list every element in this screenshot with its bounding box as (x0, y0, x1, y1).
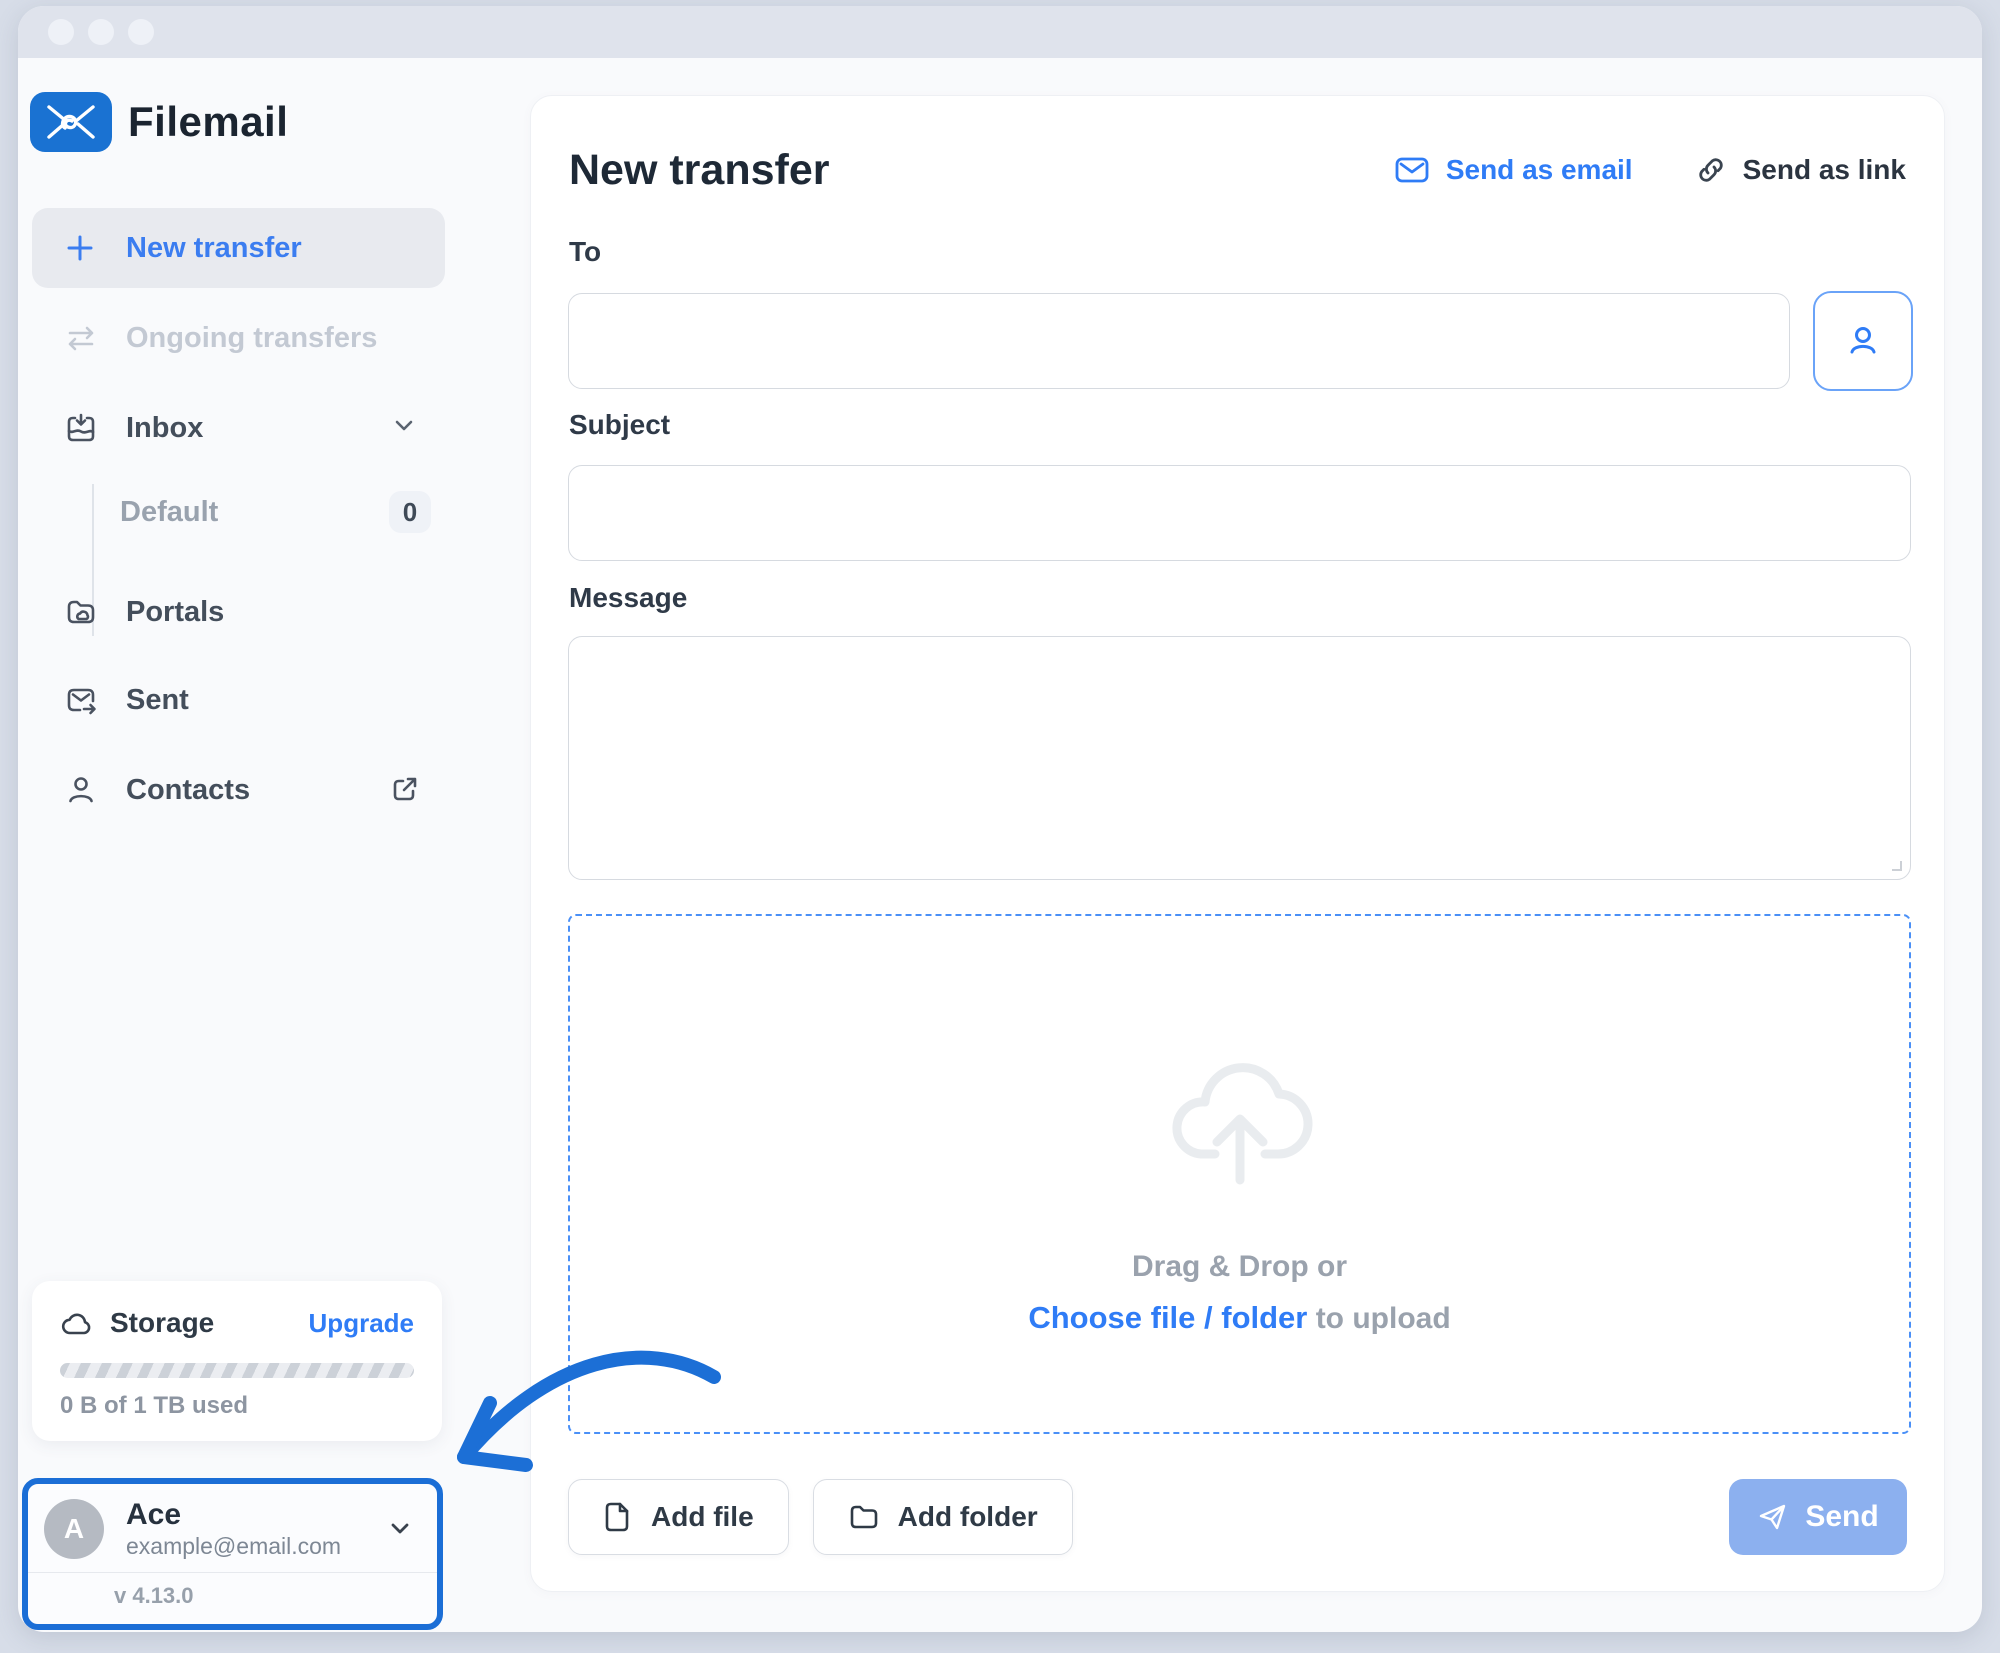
dropzone-suffix: to upload (1307, 1302, 1450, 1335)
page-title: New transfer (569, 146, 829, 195)
new-transfer-button[interactable]: New transfer (32, 208, 445, 288)
file-icon (603, 1501, 633, 1533)
dropzone-text: Drag & Drop or (1132, 1250, 1347, 1284)
upgrade-link[interactable]: Upgrade (309, 1308, 414, 1339)
sidebar-item-ongoing-transfers[interactable]: Ongoing transfers (32, 307, 445, 369)
folder-icon (848, 1502, 880, 1532)
transfers-icon (64, 321, 98, 355)
plus-icon (64, 232, 96, 264)
sidebar-item-label: Default (120, 496, 218, 529)
storage-title: Storage (110, 1307, 214, 1339)
account-card[interactable]: A Ace example@email.com v 4.13.0 (22, 1478, 443, 1630)
chevron-down-icon[interactable] (389, 411, 423, 445)
sidebar-item-label: Ongoing transfers (126, 322, 377, 355)
new-transfer-label: New transfer (126, 232, 302, 265)
storage-card: Storage Upgrade 0 B of 1 TB used (32, 1281, 442, 1441)
app-window: Filemail New transfer Ongoing transfers … (18, 6, 1982, 1632)
inbox-icon (64, 411, 98, 445)
choose-file-link[interactable]: Choose file / folder (1028, 1300, 1307, 1335)
external-link-icon[interactable] (389, 773, 423, 807)
dropzone-text-2: Choose file / folder to upload (1028, 1300, 1450, 1336)
to-input[interactable] (568, 293, 1790, 389)
send-label: Send (1805, 1500, 1878, 1534)
add-folder-button[interactable]: Add folder (813, 1479, 1073, 1555)
new-transfer-panel: New transfer Send as email (530, 95, 1945, 1592)
window-dot-2 (88, 19, 114, 45)
sidebar-item-inbox-default[interactable]: Default 0 (32, 481, 445, 543)
add-file-label: Add file (651, 1501, 754, 1533)
account-email: example@email.com (126, 1533, 341, 1560)
sidebar-item-label: Contacts (126, 774, 250, 807)
window-dot-3 (128, 19, 154, 45)
filemail-logo-icon (30, 92, 112, 152)
message-field-frame (568, 636, 1911, 880)
file-dropzone[interactable]: Drag & Drop or Choose file / folder to u… (568, 914, 1911, 1434)
send-as-email-label: Send as email (1446, 154, 1633, 186)
subject-input[interactable] (568, 465, 1911, 561)
storage-usage-text: 0 B of 1 TB used (60, 1392, 414, 1420)
add-file-button[interactable]: Add file (568, 1479, 789, 1555)
account-name: Ace (126, 1498, 341, 1533)
paper-plane-icon (1757, 1501, 1789, 1533)
storage-cloud-icon (60, 1308, 94, 1338)
contacts-icon (64, 773, 98, 807)
pick-contacts-button[interactable] (1813, 291, 1913, 391)
window-titlebar (18, 6, 1982, 58)
sidebar-item-label: Inbox (126, 412, 203, 445)
window-dot-1 (48, 19, 74, 45)
sidebar-item-contacts[interactable]: Contacts (32, 759, 445, 821)
sent-icon (64, 683, 98, 717)
send-as-link-toggle[interactable]: Send as link (1695, 154, 1906, 186)
brand-logo: Filemail (30, 92, 288, 152)
send-as-email-toggle[interactable]: Send as email (1394, 154, 1633, 186)
person-icon (1841, 319, 1885, 363)
chevron-down-icon[interactable] (383, 1512, 417, 1546)
sidebar-item-label: Sent (126, 684, 189, 717)
sidebar-item-portals[interactable]: Portals (32, 581, 445, 643)
avatar: A (44, 1499, 104, 1559)
portals-icon (64, 595, 98, 629)
link-icon (1695, 154, 1727, 186)
sidebar-item-inbox[interactable]: Inbox (32, 397, 445, 459)
sidebar-item-sent[interactable]: Sent (32, 669, 445, 731)
subject-label: Subject (569, 409, 670, 441)
upload-cloud-icon (1155, 1042, 1325, 1192)
message-textarea[interactable] (569, 637, 1910, 879)
sidebar-item-label: Portals (126, 596, 224, 629)
send-as-link-label: Send as link (1743, 154, 1906, 186)
inbox-default-count-badge: 0 (389, 491, 431, 533)
envelope-icon (1394, 155, 1430, 185)
message-label: Message (569, 582, 687, 614)
storage-progress-bar (60, 1363, 414, 1378)
brand-name: Filemail (128, 98, 288, 146)
add-folder-label: Add folder (898, 1501, 1038, 1533)
to-label: To (569, 236, 601, 268)
app-version: v 4.13.0 (28, 1573, 437, 1609)
send-button[interactable]: Send (1729, 1479, 1907, 1555)
